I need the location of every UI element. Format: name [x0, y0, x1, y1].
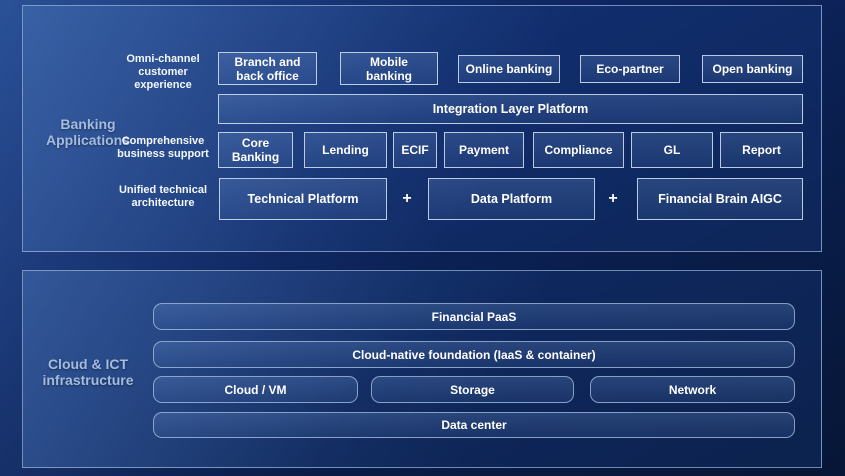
- box-line: Data Platform: [471, 192, 552, 206]
- box-line: Open banking: [712, 62, 792, 76]
- label-line: architecture: [112, 197, 214, 210]
- box-report: Report: [720, 132, 803, 168]
- box-line: Online banking: [466, 62, 553, 76]
- box-financial-brain-aigc: Financial Brain AIGC: [637, 178, 803, 220]
- box-lending: Lending: [304, 132, 387, 168]
- title-line: infrastructure: [20, 372, 156, 388]
- box-mobile-banking: Mobile banking: [340, 52, 438, 85]
- label-line: business support: [112, 148, 214, 161]
- architecture-diagram: Banking Applications Omni-channel custom…: [0, 0, 845, 476]
- label-omni-channel: Omni-channel customer experience: [112, 53, 214, 92]
- label-line: experience: [112, 79, 214, 92]
- box-line: Eco-partner: [596, 62, 663, 76]
- box-network: Network: [590, 376, 795, 403]
- box-technical-platform: Technical Platform: [219, 178, 387, 220]
- plus-separator: +: [603, 178, 623, 220]
- box-ecif: ECIF: [393, 132, 437, 168]
- title-line: Banking: [20, 116, 156, 132]
- box-open-banking: Open banking: [702, 55, 803, 83]
- label-unified-architecture: Unified technical architecture: [112, 184, 214, 210]
- label-line: customer: [112, 66, 214, 79]
- box-eco-partner: Eco-partner: [580, 55, 680, 83]
- box-line: Core: [232, 136, 279, 150]
- box-label: Core Banking: [232, 136, 279, 164]
- label-business-support: Comprehensive business support: [112, 135, 214, 161]
- box-line: back office: [234, 69, 300, 83]
- box-line: Payment: [459, 143, 509, 157]
- box-line: Technical Platform: [248, 192, 359, 206]
- box-line: Network: [669, 383, 716, 397]
- box-line: banking: [366, 69, 412, 83]
- box-data-center: Data center: [153, 412, 795, 438]
- box-compliance: Compliance: [533, 132, 624, 168]
- box-line: Cloud-native foundation (IaaS & containe…: [352, 348, 595, 362]
- box-data-platform: Data Platform: [428, 178, 595, 220]
- box-online-banking: Online banking: [458, 55, 560, 83]
- box-line: Financial Brain AIGC: [658, 192, 782, 206]
- label-line: Comprehensive: [112, 135, 214, 148]
- box-line: Report: [742, 143, 781, 157]
- box-line: Mobile: [366, 55, 412, 69]
- box-line: Branch and: [234, 55, 300, 69]
- plus-sign: +: [402, 190, 411, 208]
- box-cloud-native-foundation: Cloud-native foundation (IaaS & containe…: [153, 341, 795, 368]
- box-line: Lending: [322, 143, 369, 157]
- title-line: Cloud & ICT: [20, 356, 156, 372]
- box-line: Storage: [450, 383, 495, 397]
- box-label: Branch and back office: [234, 55, 300, 83]
- box-branch-back-office: Branch and back office: [218, 52, 317, 85]
- label-line: Unified technical: [112, 184, 214, 197]
- box-line: Cloud / VM: [225, 383, 287, 397]
- box-line: Data center: [441, 418, 506, 432]
- plus-sign: +: [608, 190, 617, 208]
- box-line: GL: [664, 143, 681, 157]
- box-line: Banking: [232, 150, 279, 164]
- box-line: Financial PaaS: [432, 310, 517, 324]
- box-line: Integration Layer Platform: [433, 102, 589, 116]
- box-storage: Storage: [371, 376, 574, 403]
- box-line: ECIF: [401, 143, 428, 157]
- label-line: Omni-channel: [112, 53, 214, 66]
- box-line: Compliance: [544, 143, 612, 157]
- box-cloud-vm: Cloud / VM: [153, 376, 358, 403]
- plus-separator: +: [397, 178, 417, 220]
- box-payment: Payment: [444, 132, 524, 168]
- box-label: Mobile banking: [366, 55, 412, 83]
- box-gl: GL: [631, 132, 713, 168]
- box-core-banking: Core Banking: [218, 132, 293, 168]
- box-financial-paas: Financial PaaS: [153, 303, 795, 330]
- box-integration-layer-platform: Integration Layer Platform: [218, 94, 803, 124]
- cloud-ict-title: Cloud & ICT infrastructure: [20, 356, 156, 388]
